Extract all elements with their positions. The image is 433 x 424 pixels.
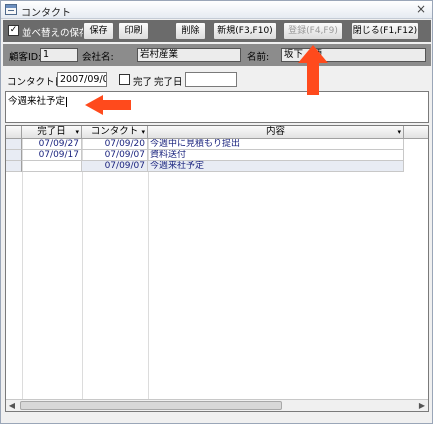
horizontal-scrollbar[interactable]: ◀ ▶	[6, 399, 428, 411]
done-checkbox[interactable]	[119, 74, 130, 85]
scroll-right-icon[interactable]: ▶	[416, 400, 428, 411]
title-bar: コンタクト ×	[1, 1, 432, 19]
cell-content[interactable]: 資料送付	[148, 150, 404, 161]
scrollbar-thumb[interactable]	[20, 401, 282, 410]
contact-grid[interactable]: 完了日 ▾ コンタクト ▾ 内容 ▾ 07/09/27 07/09/20 今週中に見積…	[5, 125, 429, 412]
cell-content[interactable]: 今週中に見積もり提出	[148, 139, 404, 150]
company-label: 会社名:	[82, 52, 114, 63]
cell-contact-date[interactable]: 07/09/07	[82, 150, 148, 161]
company-field: 岩村産業	[137, 48, 241, 62]
column-header-label: コンタクト	[90, 126, 139, 137]
cell-contact-date[interactable]: 07/09/07	[82, 161, 148, 172]
done-date-label: 完了日	[154, 77, 183, 88]
toolbar: ✓ 並べ替えの保存 保存 印刷 削除 新規(F3,F10) 登録(F4,F9) …	[3, 20, 431, 42]
customer-id-label: 顧客ID:	[9, 52, 42, 63]
sort-keep-label: 並べ替えの保存	[22, 28, 89, 39]
table-row[interactable]: 07/09/07 今週来社予定	[6, 161, 428, 172]
delete-button[interactable]: 削除	[175, 22, 206, 40]
window-title: コンタクト	[21, 8, 71, 19]
contact-window: コンタクト × ✓ 並べ替えの保存 保存 印刷 削除 新規(F3,F10) 登録…	[0, 0, 433, 424]
grid-line	[82, 139, 83, 401]
contact-date-label: コンタクト日	[7, 77, 65, 88]
dropdown-arrow-icon[interactable]: ▾	[397, 126, 401, 138]
row-selector[interactable]	[6, 139, 22, 150]
table-row[interactable]: 07/09/17 07/09/07 資料送付	[6, 150, 428, 161]
customer-id-field: 1	[40, 48, 78, 62]
row-selector-header[interactable]	[6, 126, 22, 139]
close-button[interactable]: 閉じる(F1,F12)	[351, 22, 419, 40]
done-label: 完了	[133, 77, 153, 88]
column-header-label: 完了日	[37, 126, 66, 137]
memo-textarea[interactable]: 今週来社予定	[5, 91, 429, 123]
sort-keep-checkbox[interactable]: ✓	[8, 25, 19, 36]
close-icon[interactable]: ×	[416, 2, 426, 16]
grid-line	[22, 139, 23, 401]
row-selector[interactable]	[6, 150, 22, 161]
column-header-done-date[interactable]: 完了日 ▾	[22, 126, 82, 139]
grid-line	[148, 139, 149, 401]
save-button[interactable]: 保存	[83, 22, 114, 40]
column-header-content[interactable]: 内容 ▾	[148, 126, 404, 139]
register-button[interactable]: 登録(F4,F9)	[283, 22, 343, 40]
dropdown-arrow-icon[interactable]: ▾	[141, 126, 145, 138]
column-header-label: 内容	[265, 126, 285, 137]
dropdown-arrow-icon[interactable]: ▾	[75, 126, 79, 138]
cell-content[interactable]: 今週来社予定	[148, 161, 404, 172]
scroll-left-icon[interactable]: ◀	[6, 400, 18, 411]
form-icon	[5, 4, 17, 15]
text-caret	[66, 96, 68, 107]
annotation-arrow-left-icon	[85, 95, 133, 115]
row-selector[interactable]	[6, 161, 22, 172]
column-header-filler	[404, 126, 428, 139]
new-button[interactable]: 新規(F3,F10)	[213, 22, 277, 40]
customer-info-bar: 顧客ID: 1 会社名: 岩村産業 名前: 坂下 穂	[3, 44, 431, 66]
table-row[interactable]: 07/09/27 07/09/20 今週中に見積もり提出	[6, 139, 428, 150]
cell-done-date[interactable]: 07/09/27	[22, 139, 82, 150]
done-date-input[interactable]	[185, 72, 237, 87]
cell-done-date[interactable]	[22, 161, 82, 172]
cell-done-date[interactable]: 07/09/17	[22, 150, 82, 161]
annotation-arrow-up-icon	[298, 45, 328, 97]
cell-contact-date[interactable]: 07/09/20	[82, 139, 148, 150]
memo-text: 今週来社予定	[8, 96, 66, 107]
name-label: 名前:	[247, 52, 270, 63]
contact-date-input[interactable]: 2007/09/07	[57, 72, 107, 87]
column-header-contact[interactable]: コンタクト ▾	[82, 126, 148, 139]
print-button[interactable]: 印刷	[118, 22, 149, 40]
